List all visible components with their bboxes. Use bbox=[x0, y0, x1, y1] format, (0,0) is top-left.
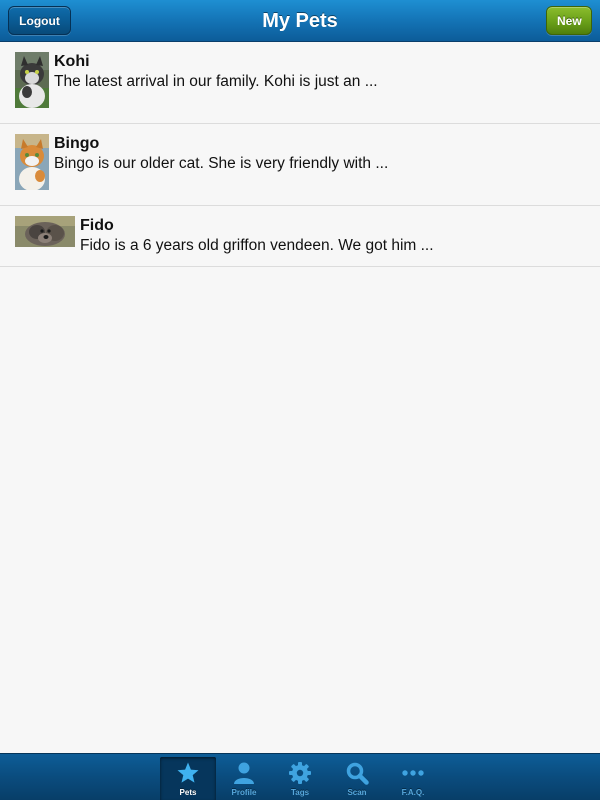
pet-name: Fido bbox=[80, 217, 114, 234]
tab-tags[interactable]: Tags bbox=[272, 757, 328, 800]
pet-photo-kohi bbox=[15, 52, 49, 108]
pet-description: The latest arrival in our family. Kohi i… bbox=[54, 73, 378, 90]
tab-label: F.A.Q. bbox=[401, 788, 425, 797]
tab-label: Pets bbox=[179, 788, 197, 797]
tab-label: Scan bbox=[347, 788, 367, 797]
pet-name: Kohi bbox=[54, 53, 90, 70]
star-icon bbox=[177, 762, 199, 783]
tab-faq[interactable]: F.A.Q. bbox=[385, 757, 441, 800]
pet-list-item-fido[interactable]: Fido Fido is a 6 years old griffon vende… bbox=[0, 206, 600, 267]
pet-name: Bingo bbox=[54, 135, 100, 152]
pet-description: Fido is a 6 years old griffon vendeen. W… bbox=[80, 237, 434, 254]
page-title: My Pets bbox=[262, 10, 338, 32]
tab-label: Tags bbox=[290, 788, 310, 797]
pet-photo-fido bbox=[15, 216, 75, 247]
tab-scan[interactable]: Scan bbox=[329, 757, 385, 800]
pet-description: Bingo is our older cat. She is very frie… bbox=[54, 155, 389, 172]
tab-pets[interactable]: Pets bbox=[160, 757, 216, 800]
tab-label: Profile bbox=[231, 788, 257, 797]
gear-icon bbox=[289, 762, 311, 784]
pet-list-item-bingo[interactable]: Bingo Bingo is our older cat. She is ver… bbox=[0, 124, 600, 206]
new-pet-button[interactable]: New bbox=[546, 6, 592, 35]
top-navigation-bar: Logout My Pets New bbox=[0, 0, 600, 42]
pet-list: Kohi The latest arrival in our family. K… bbox=[0, 42, 600, 267]
bottom-tab-bar: Pets Profile Tags Scan F.A.Q. bbox=[0, 753, 600, 800]
pet-photo-bingo bbox=[15, 134, 49, 190]
app-window: Logout My Pets New Kohi The latest arriv… bbox=[0, 0, 600, 800]
tab-profile[interactable]: Profile bbox=[216, 757, 272, 800]
search-icon bbox=[346, 762, 369, 785]
pet-list-item-kohi[interactable]: Kohi The latest arrival in our family. K… bbox=[0, 42, 600, 124]
more-dots-icon bbox=[402, 770, 424, 776]
person-icon bbox=[234, 762, 254, 784]
